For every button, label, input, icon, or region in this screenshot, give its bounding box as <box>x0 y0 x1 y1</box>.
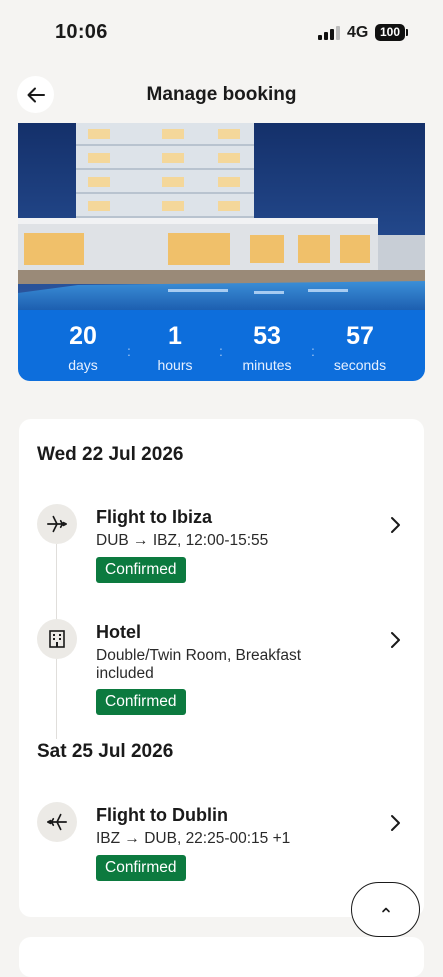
signal-icon <box>318 26 340 40</box>
countdown-minutes-label: minutes <box>242 357 292 373</box>
countdown-days-value: 20 <box>69 322 97 350</box>
item-route: DUB → IBZ, 12:00-15:55 <box>96 532 269 549</box>
page-title: Manage booking <box>146 84 297 105</box>
item-title: Hotel <box>96 622 141 642</box>
status-time: 10:06 <box>55 21 108 43</box>
countdown-timer: 20 days : 1 hours : 53 minutes : 57 seco… <box>18 310 425 381</box>
next-section-card <box>19 937 424 977</box>
countdown-hours-value: 1 <box>168 322 182 350</box>
chevron-right-icon <box>391 815 400 831</box>
countdown-days: 20 days <box>43 310 123 373</box>
date-heading: Sat 25 Jul 2026 <box>37 741 174 762</box>
item-title: Flight to Ibiza <box>96 507 212 527</box>
header: Manage booking <box>0 76 443 114</box>
countdown-days-label: days <box>68 357 98 373</box>
countdown-seconds-value: 57 <box>346 322 374 350</box>
item-room-details: Double/Twin Room, Breakfast included <box>96 647 302 682</box>
countdown-separator: : <box>127 343 131 359</box>
countdown-seconds: 57 seconds <box>320 310 400 373</box>
scroll-to-top-button[interactable] <box>351 882 420 937</box>
countdown-hours-label: hours <box>157 357 193 373</box>
countdown-separator: : <box>311 343 315 359</box>
item-route: IBZ → DUB, 22:25-00:15 +1 <box>96 830 291 847</box>
chevron-right-icon <box>391 517 400 533</box>
status-badge: Confirmed <box>96 855 186 881</box>
plane-icon <box>37 802 77 842</box>
countdown-hours: 1 hours <box>135 310 215 373</box>
network-type: 4G <box>347 24 369 41</box>
itinerary-item-flight-to-ibiza[interactable]: Flight to Ibiza DUB → IBZ, 12:00-15:55 C… <box>19 504 424 589</box>
date-heading: Wed 22 Jul 2026 <box>37 444 184 465</box>
itinerary-item-hotel[interactable]: Hotel Double/Twin Room, Breakfast includ… <box>19 619 424 719</box>
countdown-minutes-value: 53 <box>253 322 281 350</box>
countdown-separator: : <box>219 343 223 359</box>
hotel-building-icon <box>37 619 77 659</box>
status-bar: 10:06 4G 100 <box>0 0 443 60</box>
hotel-photo <box>18 123 425 310</box>
plane-icon <box>37 504 77 544</box>
status-badge: Confirmed <box>96 557 186 583</box>
hotel-hero: 20 days : 1 hours : 53 minutes : 57 seco… <box>18 123 425 381</box>
chevron-up-icon <box>381 907 390 912</box>
countdown-minutes: 53 minutes <box>227 310 307 373</box>
itinerary-item-flight-to-dublin[interactable]: Flight to Dublin IBZ → DUB, 22:25-00:15 … <box>19 802 424 887</box>
itinerary-card: Wed 22 Jul 2026 Flight to Ibiza DUB → IB… <box>19 419 424 917</box>
chevron-right-icon <box>391 632 400 648</box>
status-badge: Confirmed <box>96 689 186 715</box>
item-title: Flight to Dublin <box>96 805 228 825</box>
countdown-seconds-label: seconds <box>333 357 387 373</box>
battery-icon: 100 <box>375 24 408 41</box>
